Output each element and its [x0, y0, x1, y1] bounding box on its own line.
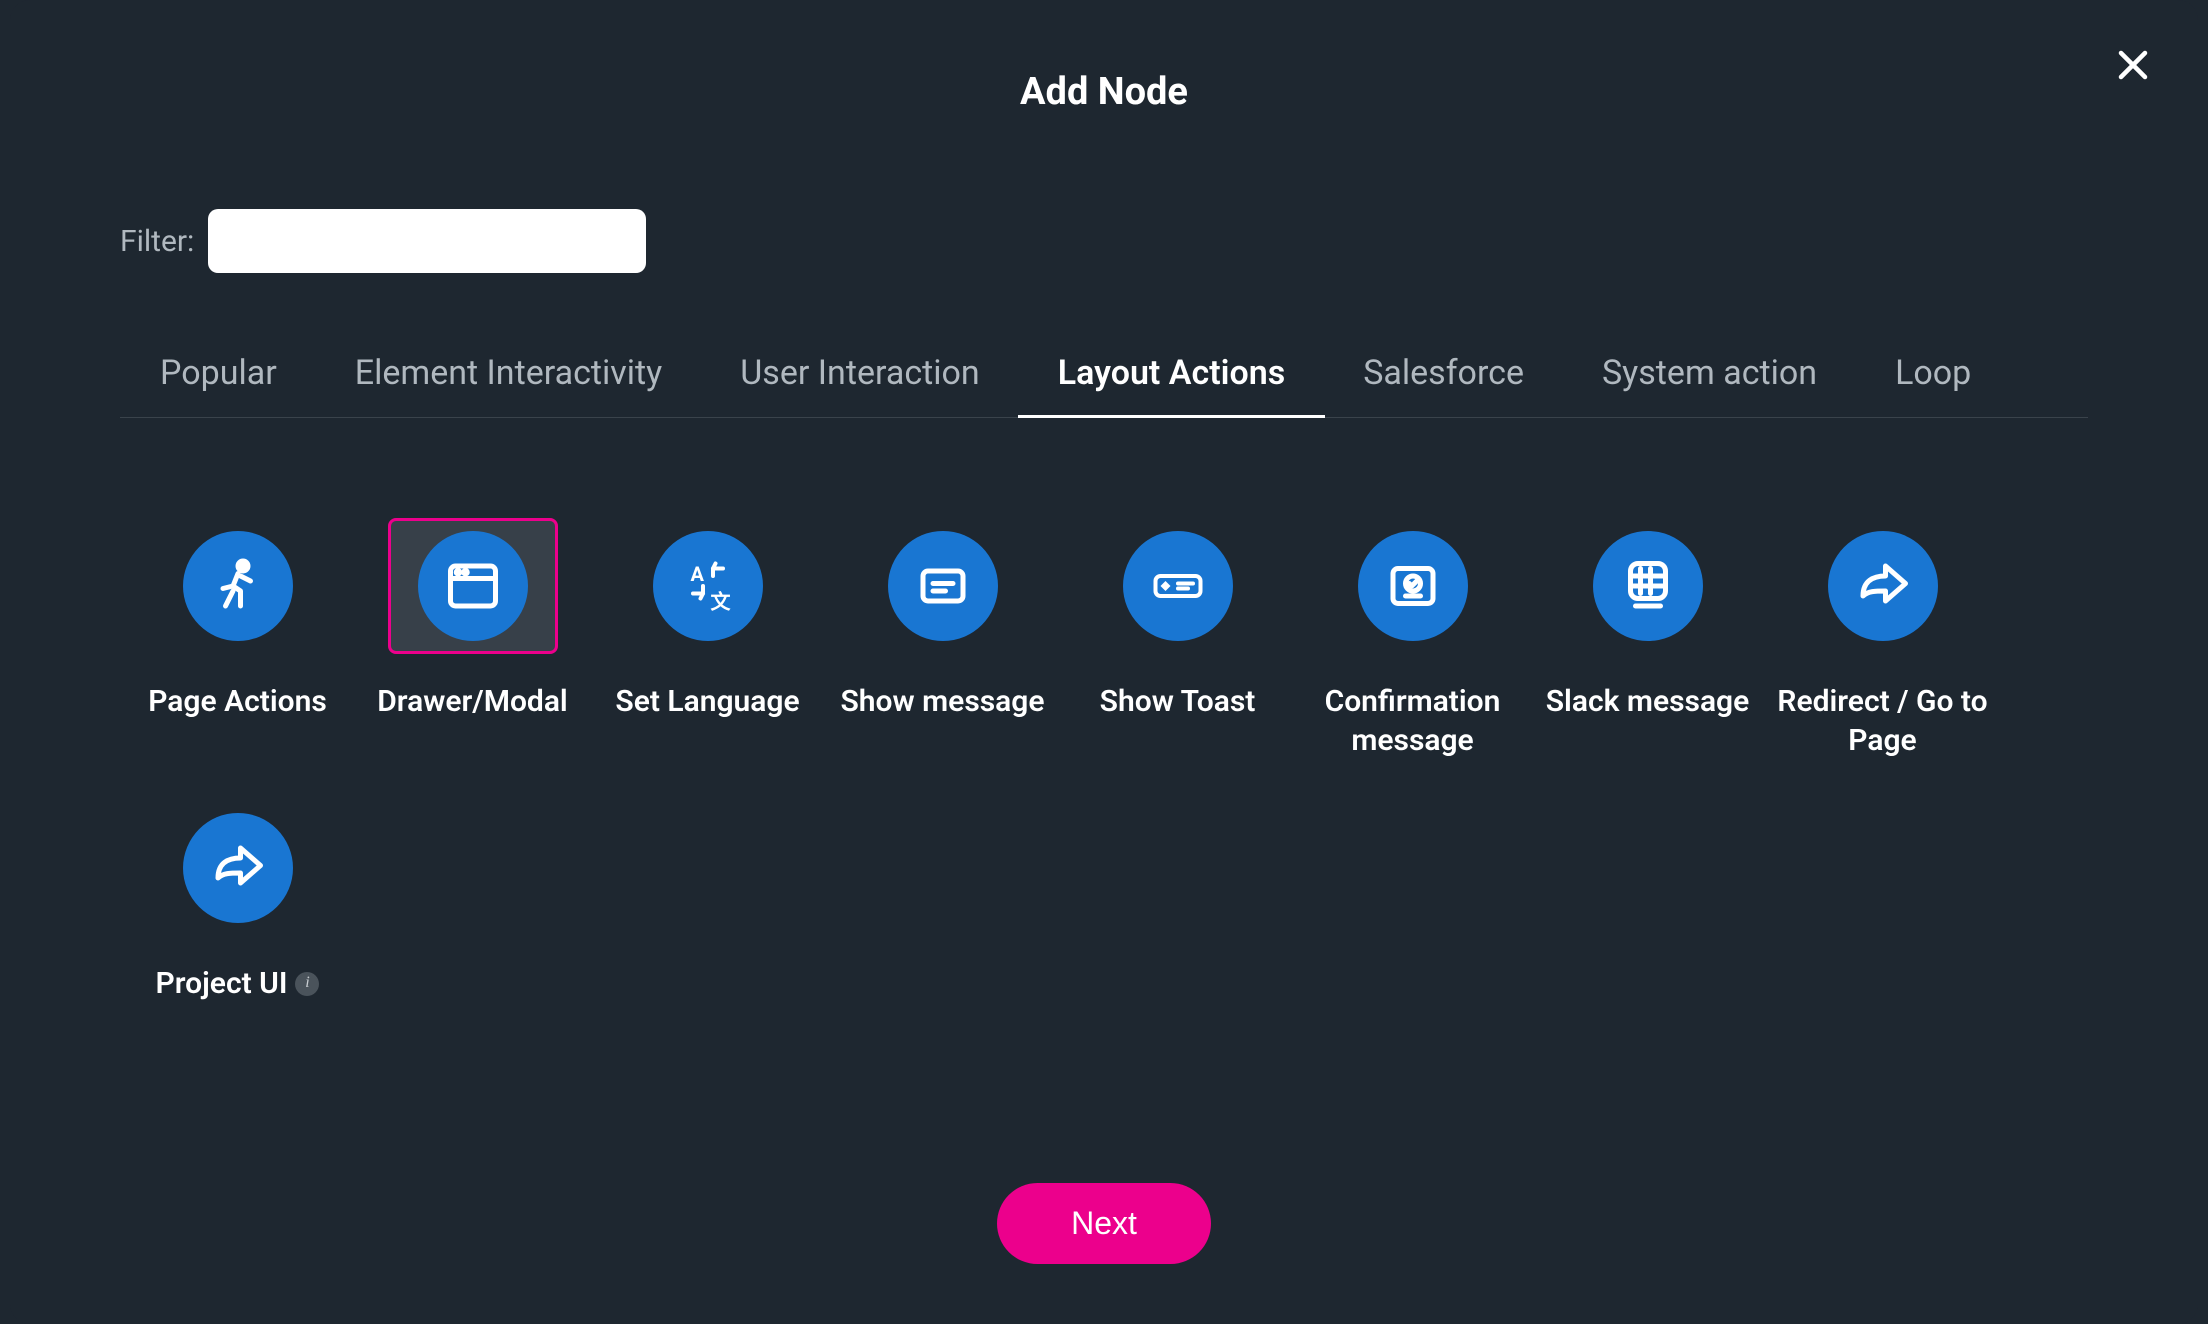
node-icon-circle: [1123, 531, 1233, 641]
node-icon-wrap: [1798, 518, 1968, 654]
close-icon: [2115, 47, 2151, 83]
redirect-arrow-icon: [208, 838, 268, 898]
node-confirmation-message[interactable]: Confirmation message: [1295, 508, 1530, 760]
node-label: Slack message: [1546, 682, 1750, 721]
slack-icon: [1618, 556, 1678, 616]
node-label: Show Toast: [1100, 682, 1256, 721]
node-icon-wrap: [153, 800, 323, 936]
translate-icon: A 文: [678, 556, 738, 616]
nodes-grid: Page Actions Drawer/Modal A: [120, 508, 2088, 1003]
node-icon-wrap: [153, 518, 323, 654]
confirm-box-icon: [1383, 556, 1443, 616]
node-icon-circle: [418, 531, 528, 641]
tab-loop[interactable]: Loop: [1895, 353, 1971, 417]
node-project-ui[interactable]: Project UI i: [120, 790, 355, 1003]
tabs: Popular Element Interactivity User Inter…: [120, 353, 2088, 418]
svg-text:A: A: [690, 562, 704, 586]
filter-label: Filter:: [120, 224, 194, 259]
node-label: Show message: [840, 682, 1044, 721]
modal-footer: Next: [10, 1183, 2198, 1264]
tab-salesforce[interactable]: Salesforce: [1363, 353, 1524, 417]
tab-system-action[interactable]: System action: [1602, 353, 1817, 417]
node-label-text: Project UI: [156, 964, 288, 1003]
message-box-icon: [913, 556, 973, 616]
browser-window-icon: [443, 556, 503, 616]
tab-element-interactivity[interactable]: Element Interactivity: [355, 353, 662, 417]
node-icon-circle: [1358, 531, 1468, 641]
tab-user-interaction[interactable]: User Interaction: [740, 353, 979, 417]
filter-input[interactable]: [208, 209, 646, 273]
node-label: Page Actions: [148, 682, 327, 721]
modal-title: Add Node: [120, 70, 2088, 114]
node-show-message[interactable]: Show message: [825, 508, 1060, 760]
node-icon-wrap: [1093, 518, 1263, 654]
node-page-actions[interactable]: Page Actions: [120, 508, 355, 760]
node-icon-circle: [1593, 531, 1703, 641]
node-icon-circle: [1828, 531, 1938, 641]
node-slack-message[interactable]: Slack message: [1530, 508, 1765, 760]
add-node-modal: Add Node Filter: Popular Element Interac…: [10, 0, 2198, 1324]
svg-text:文: 文: [710, 590, 731, 614]
node-label: Set Language: [615, 682, 799, 721]
redirect-arrow-icon: [1853, 556, 1913, 616]
node-label: Project UI i: [156, 964, 320, 1003]
node-label: Drawer/Modal: [377, 682, 567, 721]
node-icon-circle: [888, 531, 998, 641]
node-icon-wrap: [858, 518, 1028, 654]
filter-row: Filter:: [120, 209, 2088, 273]
node-redirect[interactable]: Redirect / Go to Page: [1765, 508, 2000, 760]
node-icon-circle: [183, 531, 293, 641]
node-icon-wrap: [1328, 518, 1498, 654]
tab-layout-actions[interactable]: Layout Actions: [1058, 353, 1286, 417]
node-show-toast[interactable]: Show Toast: [1060, 508, 1295, 760]
node-label: Redirect / Go to Page: [1765, 682, 2000, 760]
tab-popular[interactable]: Popular: [160, 353, 277, 417]
node-icon-wrap: [388, 518, 558, 654]
node-icon-wrap: A 文: [623, 518, 793, 654]
node-label: Confirmation message: [1295, 682, 1530, 760]
close-button[interactable]: [2113, 45, 2153, 85]
info-icon[interactable]: i: [295, 972, 319, 996]
running-person-icon: [208, 556, 268, 616]
node-icon-circle: [183, 813, 293, 923]
toast-icon: [1148, 556, 1208, 616]
next-button[interactable]: Next: [997, 1183, 1211, 1264]
node-set-language[interactable]: A 文 Set Language: [590, 508, 825, 760]
node-icon-circle: A 文: [653, 531, 763, 641]
node-icon-wrap: [1563, 518, 1733, 654]
node-drawer-modal[interactable]: Drawer/Modal: [355, 508, 590, 760]
